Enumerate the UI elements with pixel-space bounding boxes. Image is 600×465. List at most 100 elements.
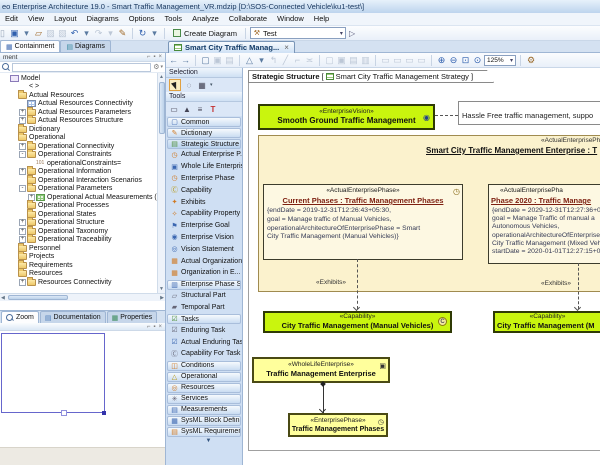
palette-entry[interactable]: ◷ Enterprise Phase	[166, 173, 242, 185]
zoom-in-icon[interactable]: ⊕	[436, 54, 447, 67]
palette-entry[interactable]: ▤ Measurements	[167, 405, 241, 415]
menu-item[interactable]: View	[23, 13, 49, 25]
note-tool-icon[interactable]: ▭	[169, 105, 179, 114]
zoom-viewport-rectangle[interactable]	[1, 333, 105, 413]
distribute-icon[interactable]: ▭	[416, 54, 427, 67]
scroll-down-icon[interactable]: ▼	[158, 285, 165, 293]
gear-icon[interactable]: ⚙	[527, 55, 535, 66]
exhibits-label[interactable]: «Exhibits»	[316, 279, 346, 286]
connector-exhibits-left[interactable]	[357, 259, 358, 309]
pin-icon[interactable]: ▪	[153, 54, 155, 60]
palette-entry[interactable]: Ⓒ Capability For Task	[166, 348, 242, 360]
close-icon[interactable]: ×	[158, 54, 162, 60]
cut-partial-icon[interactable]: ▯	[0, 27, 8, 40]
tree-item[interactable]: Operational Interaction Scenarios	[0, 176, 156, 185]
redo-caret-icon[interactable]: ▾	[105, 27, 116, 40]
expander-icon[interactable]: +	[19, 228, 26, 235]
chevron-down-icon[interactable]: ▾	[510, 57, 513, 64]
palette-entry[interactable]: ✎ Dictionary	[167, 128, 241, 138]
redo-icon[interactable]: ↷	[93, 27, 104, 40]
anchor-tool-icon[interactable]: ▲	[182, 105, 192, 114]
copy-image-icon[interactable]: ▣	[212, 54, 223, 67]
path-rectilinear-icon[interactable]: ↰	[268, 54, 279, 67]
palette-entry[interactable]: ✳ Services	[167, 394, 241, 404]
palette-entry[interactable]: ▦ Actual Organization	[166, 255, 242, 267]
expander-icon[interactable]: +	[19, 143, 26, 150]
palette-section-tools[interactable]: Tools	[166, 92, 242, 102]
copy-icon[interactable]: ▧	[57, 27, 68, 40]
tree-item[interactable]: + Resources Connectivity	[0, 278, 156, 287]
chevron-down-icon[interactable]: ▾	[210, 82, 213, 88]
node-vision-statement[interactable]: Hassle Free traffic management, suppo	[458, 101, 600, 125]
node-smart-city-enterprise[interactable]: «ActualEnterprisePha Smart City Traffic …	[258, 135, 600, 292]
zoom-1-1-icon[interactable]: ⊙	[472, 54, 483, 67]
separator[interactable]	[431, 55, 432, 66]
separator[interactable]	[375, 55, 376, 66]
path-common-icon[interactable]: ≍	[304, 54, 315, 67]
tree-options-button[interactable]: ⚙ ▾	[153, 63, 163, 71]
show-constraints-icon[interactable]: ▤	[348, 54, 359, 67]
tree-item[interactable]: - Operational Constraints	[0, 151, 156, 160]
palette-entry[interactable]: ▤ SysML Requirements ...	[167, 427, 241, 437]
separator-tool-icon[interactable]: ≡	[195, 105, 205, 114]
print-icon[interactable]: ▨	[45, 27, 56, 40]
restore-icon[interactable]: ⌐	[147, 54, 151, 60]
tab-zoom[interactable]: Zoom	[1, 311, 39, 323]
palette-entry[interactable]: ◎ Vision Statement	[166, 243, 242, 255]
zoom-viewport-corner[interactable]	[102, 411, 106, 415]
tree-item[interactable]: Operational	[0, 134, 156, 143]
palette-entry[interactable]: ◷ Actual Enterprise P...	[166, 149, 242, 161]
expander-icon[interactable]: +	[19, 109, 26, 116]
expander-icon[interactable]: +	[19, 279, 26, 286]
marquee-select-icon[interactable]: ◌	[184, 81, 194, 90]
tree-item[interactable]: operationalConstraints=	[0, 159, 156, 168]
diagram-canvas[interactable]: Strategic Structure [ Smart City Traffic…	[243, 68, 600, 465]
palette-entry[interactable]: ◉ Enterprise Vision	[166, 232, 242, 244]
tree-item[interactable]: Actual Resources Connectivity	[0, 100, 156, 109]
palette-entry[interactable]: ▼	[166, 437, 242, 446]
chevron-down-icon[interactable]: ▾	[340, 30, 343, 37]
zoom-level-combo[interactable]: 125% ▾	[484, 55, 516, 66]
palette-entry[interactable]: ▢ Common	[167, 117, 241, 127]
tab-diagrams[interactable]: ▤ Diagrams	[60, 40, 111, 52]
grid-select-icon[interactable]: ▦	[197, 81, 207, 90]
validate-icon[interactable]: ✎	[117, 27, 128, 40]
menu-item[interactable]: Options	[124, 13, 160, 25]
align-center-icon[interactable]: ▭	[392, 54, 403, 67]
palette-entry[interactable]: △ Operational	[167, 372, 241, 382]
separator[interactable]	[164, 28, 165, 39]
tab-containment[interactable]: ▦ Containment	[0, 40, 60, 52]
tree-item[interactable]: Operational States	[0, 210, 156, 219]
tree-item[interactable]: Operational Processes	[0, 202, 156, 211]
expander-icon[interactable]: +	[19, 219, 26, 226]
tree-item[interactable]: + Operational Actual Measurements (.xlsx…	[0, 193, 156, 202]
menu-item[interactable]: Diagrams	[82, 13, 124, 25]
open-icon[interactable]: ▱	[33, 27, 44, 40]
node-phase-2020[interactable]: «ActualEnterprisePha Phase 2020 : Traffi…	[488, 184, 600, 264]
diagram-frame-header[interactable]: Strategic Structure [ Smart City Traffic…	[248, 70, 494, 83]
tree-item[interactable]: Resources	[0, 270, 156, 279]
palette-entry[interactable]: ▰ Temporal Part	[166, 302, 242, 314]
back-icon[interactable]: ←	[168, 54, 179, 67]
palette-entry[interactable]: ◎ Resources	[167, 383, 241, 393]
forward-icon[interactable]: →	[180, 54, 191, 67]
palette-entry[interactable]: ▱ Structural Part	[166, 290, 242, 302]
palette-entry[interactable]: ▦ Organization in E... ▾	[166, 267, 242, 279]
zoom-out-icon[interactable]: ⊖	[448, 54, 459, 67]
node-capability-manual[interactable]: «Capability» City Traffic Management (Ma…	[263, 311, 452, 333]
show-tagged-values-icon[interactable]: ▥	[360, 54, 371, 67]
path-oblique-icon[interactable]: ╱	[280, 54, 291, 67]
tab-properties[interactable]: ▦ Properties	[107, 311, 158, 323]
palette-entry[interactable]: Ⓒ Capability	[166, 184, 242, 196]
layout-caret-icon[interactable]: ▾	[256, 54, 267, 67]
zoom-fit-icon[interactable]: ⊡	[460, 54, 471, 67]
expander-icon[interactable]: -	[19, 185, 26, 192]
search-input[interactable]	[12, 63, 151, 72]
tree-vertical-scrollbar[interactable]: ▲ ▼	[157, 73, 165, 293]
palette-entry[interactable]: ⚑ Enterprise Goal	[166, 220, 242, 232]
node-current-phases[interactable]: «ActualEnterprisePhase» Current Phases :…	[263, 184, 463, 260]
menu-item[interactable]: Window	[272, 13, 309, 25]
show-parents-icon[interactable]: ▢	[324, 54, 335, 67]
print-diagram-icon[interactable]: ▤	[224, 54, 235, 67]
new-element-icon[interactable]: ▢	[200, 54, 211, 67]
